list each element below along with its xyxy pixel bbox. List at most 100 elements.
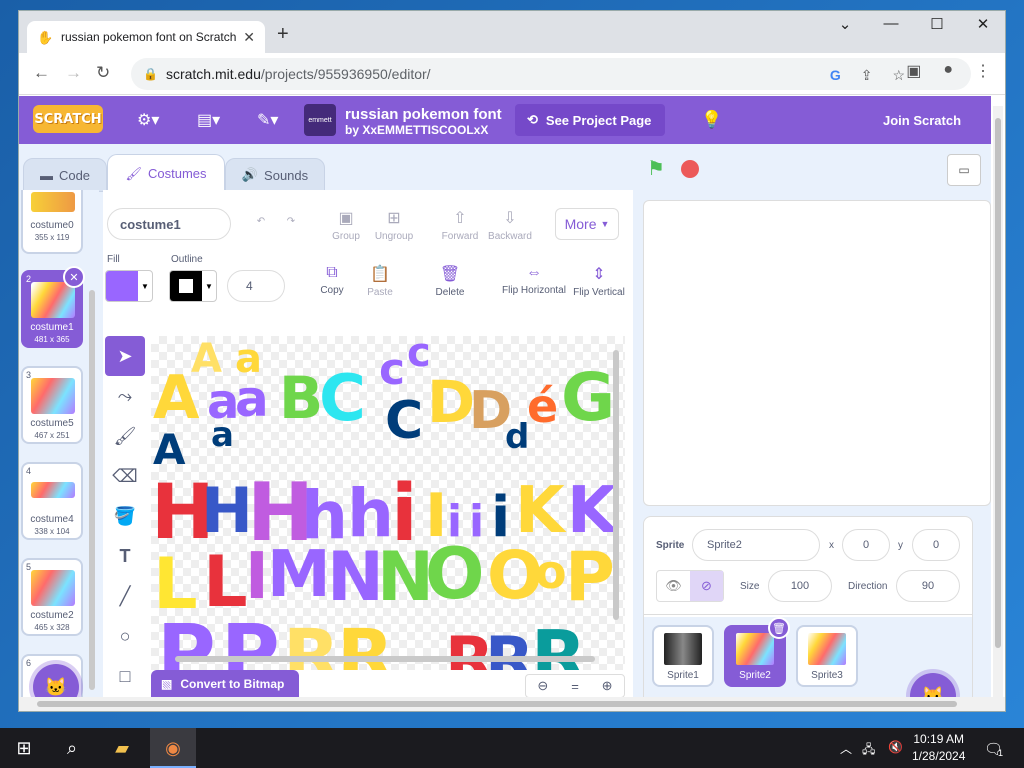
eye-hidden-icon[interactable]: ⊘ bbox=[690, 571, 723, 601]
forward-icon[interactable]: → bbox=[65, 63, 82, 83]
file-menu-icon[interactable]: ▤▾ bbox=[197, 110, 220, 130]
size-label: Size bbox=[740, 581, 760, 592]
reshape-tool-icon[interactable]: ⤳ bbox=[105, 376, 145, 416]
bookmark-star-icon[interactable]: ☆ bbox=[892, 67, 905, 84]
see-project-page-button[interactable]: ⟲ See Project Page bbox=[515, 104, 665, 136]
settings-gear-icon[interactable]: ⚙▾ bbox=[137, 110, 159, 130]
fill-color-picker[interactable]: ▼ bbox=[105, 270, 153, 302]
browser-right-icons: ▣ ● ⋮ bbox=[906, 61, 991, 81]
costume-size: 355 x 119 bbox=[34, 233, 70, 242]
profile-icon[interactable]: ● bbox=[943, 61, 953, 81]
browser-tab[interactable]: ✋ russian pokemon font on Scratch ✕ bbox=[27, 21, 265, 53]
eye-icon[interactable]: 👁 bbox=[657, 571, 690, 601]
flip-vertical-button[interactable]: ⇕ Flip Vertical bbox=[569, 264, 629, 298]
chrome-icon[interactable]: ◉ bbox=[153, 736, 193, 760]
sprite-item[interactable]: Sprite1 bbox=[652, 625, 714, 687]
delete-costume-icon[interactable]: ✕ bbox=[63, 266, 85, 288]
edit-pencil-icon[interactable]: ✎▾ bbox=[257, 110, 278, 130]
scrollbar-thumb[interactable] bbox=[995, 118, 1001, 648]
more-button[interactable]: More ▼ bbox=[555, 208, 619, 240]
google-icon[interactable]: G bbox=[830, 67, 841, 84]
costume-item[interactable]: 5 costume2 465 x 328 bbox=[21, 558, 83, 636]
scratch-logo[interactable]: SCRATCH bbox=[33, 105, 103, 133]
reload-icon[interactable]: ↻ bbox=[96, 63, 110, 83]
rectangle-tool-icon[interactable]: □ bbox=[105, 656, 145, 696]
tab-sounds[interactable]: 🔊 Sounds bbox=[225, 158, 325, 192]
costume-item[interactable]: 4 costume4 338 x 104 bbox=[21, 462, 83, 540]
size-input[interactable]: 100 bbox=[768, 570, 832, 602]
forward-button[interactable]: ⇧ Forward bbox=[435, 208, 485, 242]
paint-canvas[interactable]: A A a a a B C c c C D D d é G A a H H H … bbox=[151, 336, 625, 670]
costume-list-scrollbar[interactable] bbox=[89, 290, 95, 690]
undo-icon[interactable]: ↶ bbox=[249, 216, 273, 227]
select-tool-icon[interactable]: ➤ bbox=[105, 336, 145, 376]
zoom-reset-icon[interactable]: = bbox=[571, 679, 579, 694]
y-input[interactable]: 0 bbox=[912, 529, 960, 561]
tab-close-icon[interactable]: ✕ bbox=[243, 29, 255, 46]
join-scratch-link[interactable]: Join Scratch bbox=[883, 113, 961, 128]
volume-icon[interactable]: 🔇 bbox=[888, 740, 903, 754]
convert-to-bitmap-button[interactable]: ▧ Convert to Bitmap bbox=[151, 670, 299, 698]
eraser-tool-icon[interactable]: ⌫ bbox=[105, 456, 145, 496]
close-window-button[interactable]: ✕ bbox=[960, 15, 1005, 33]
taskbar: ⊞ ⌕ ▰ ◉ ︿ 🖧 🔇 10:19 AM 1/28/2024 🗨 1 bbox=[0, 728, 1024, 768]
back-icon[interactable]: ← bbox=[33, 63, 50, 83]
clock[interactable]: 10:19 AM 1/28/2024 bbox=[912, 731, 965, 765]
share-icon[interactable]: ⇪ bbox=[861, 67, 873, 84]
new-tab-button[interactable]: + bbox=[277, 23, 289, 46]
x-input[interactable]: 0 bbox=[842, 529, 890, 561]
backward-button[interactable]: ⇩ Backward bbox=[485, 208, 535, 242]
costume-thumbnail bbox=[31, 192, 75, 212]
theme-bulb-icon[interactable]: 💡 bbox=[701, 110, 722, 130]
side-panel-icon[interactable]: ▣ bbox=[906, 61, 921, 81]
sprite-item[interactable]: Sprite2 🗑 bbox=[724, 617, 790, 687]
tab-search-icon[interactable]: ⌄ bbox=[822, 15, 868, 33]
minimize-button[interactable]: — bbox=[868, 15, 914, 32]
paste-button[interactable]: 📋 Paste bbox=[355, 264, 405, 298]
stop-icon[interactable] bbox=[681, 160, 699, 178]
project-author[interactable]: by XxEMMETTISCOOLxX bbox=[345, 123, 488, 137]
delete-button[interactable]: 🗑 Delete bbox=[425, 264, 475, 298]
green-flag-icon[interactable]: ⚑ bbox=[647, 156, 665, 181]
text-tool-icon[interactable]: T bbox=[105, 536, 145, 576]
flip-horizontal-button[interactable]: ⇔ Flip Horizontal bbox=[497, 264, 571, 296]
zoom-in-icon[interactable]: ⊕ bbox=[602, 678, 613, 694]
copy-button[interactable]: ⧉ Copy bbox=[307, 264, 357, 296]
costume-name-input[interactable]: costume1 bbox=[107, 208, 231, 240]
tab-costumes[interactable]: 🖌 Costumes bbox=[107, 154, 225, 192]
small-stage-icon[interactable]: ▭ bbox=[947, 154, 981, 186]
fill-bucket-icon[interactable]: 🪣 bbox=[105, 496, 145, 536]
page-vertical-scrollbar[interactable] bbox=[993, 106, 1003, 706]
delete-sprite-icon[interactable]: 🗑 bbox=[768, 617, 790, 639]
canvas-vertical-scrollbar[interactable] bbox=[613, 350, 619, 620]
menu-kebab-icon[interactable]: ⋮ bbox=[975, 61, 991, 81]
costume-item[interactable]: costume0 355 x 119 bbox=[21, 190, 83, 254]
outline-width-input[interactable]: 4 bbox=[227, 270, 285, 302]
scrollbar-thumb[interactable] bbox=[37, 701, 957, 707]
direction-input[interactable]: 90 bbox=[896, 570, 960, 602]
group-button[interactable]: ▣ Group bbox=[321, 208, 371, 242]
windows-start-icon[interactable]: ⊞ bbox=[4, 736, 44, 760]
redo-icon[interactable]: ↷ bbox=[279, 216, 303, 227]
stage-canvas[interactable] bbox=[643, 200, 991, 506]
svg-text:G: G bbox=[561, 359, 615, 436]
circle-tool-icon[interactable]: ○ bbox=[105, 616, 145, 656]
show-toggle[interactable]: 👁 ⊘ bbox=[656, 570, 724, 602]
costume-item[interactable]: 2 costume1 481 x 365 ✕ bbox=[21, 266, 85, 348]
costume-item[interactable]: 3 costume5 467 x 251 bbox=[21, 366, 83, 444]
canvas-horizontal-scrollbar[interactable] bbox=[175, 656, 595, 662]
network-icon[interactable]: 🖧 bbox=[862, 740, 875, 761]
brush-tool-icon[interactable]: 🖌 bbox=[105, 416, 145, 456]
zoom-out-icon[interactable]: ⊖ bbox=[537, 678, 548, 694]
tray-chevron-icon[interactable]: ︿ bbox=[840, 740, 852, 757]
page-horizontal-scrollbar[interactable] bbox=[19, 697, 1005, 711]
sprite-name-input[interactable]: Sprite2 bbox=[692, 529, 820, 561]
maximize-button[interactable]: ☐ bbox=[914, 15, 960, 33]
search-icon[interactable]: ⌕ bbox=[52, 736, 92, 760]
outline-color-picker[interactable]: ▼ bbox=[169, 270, 217, 302]
line-tool-icon[interactable]: ╱ bbox=[105, 576, 145, 616]
sprite-item[interactable]: Sprite3 bbox=[796, 625, 858, 687]
ungroup-button[interactable]: ⊞ Ungroup bbox=[369, 208, 419, 242]
tab-code[interactable]: ▬ Code bbox=[23, 158, 107, 192]
file-explorer-icon[interactable]: ▰ bbox=[102, 736, 142, 760]
